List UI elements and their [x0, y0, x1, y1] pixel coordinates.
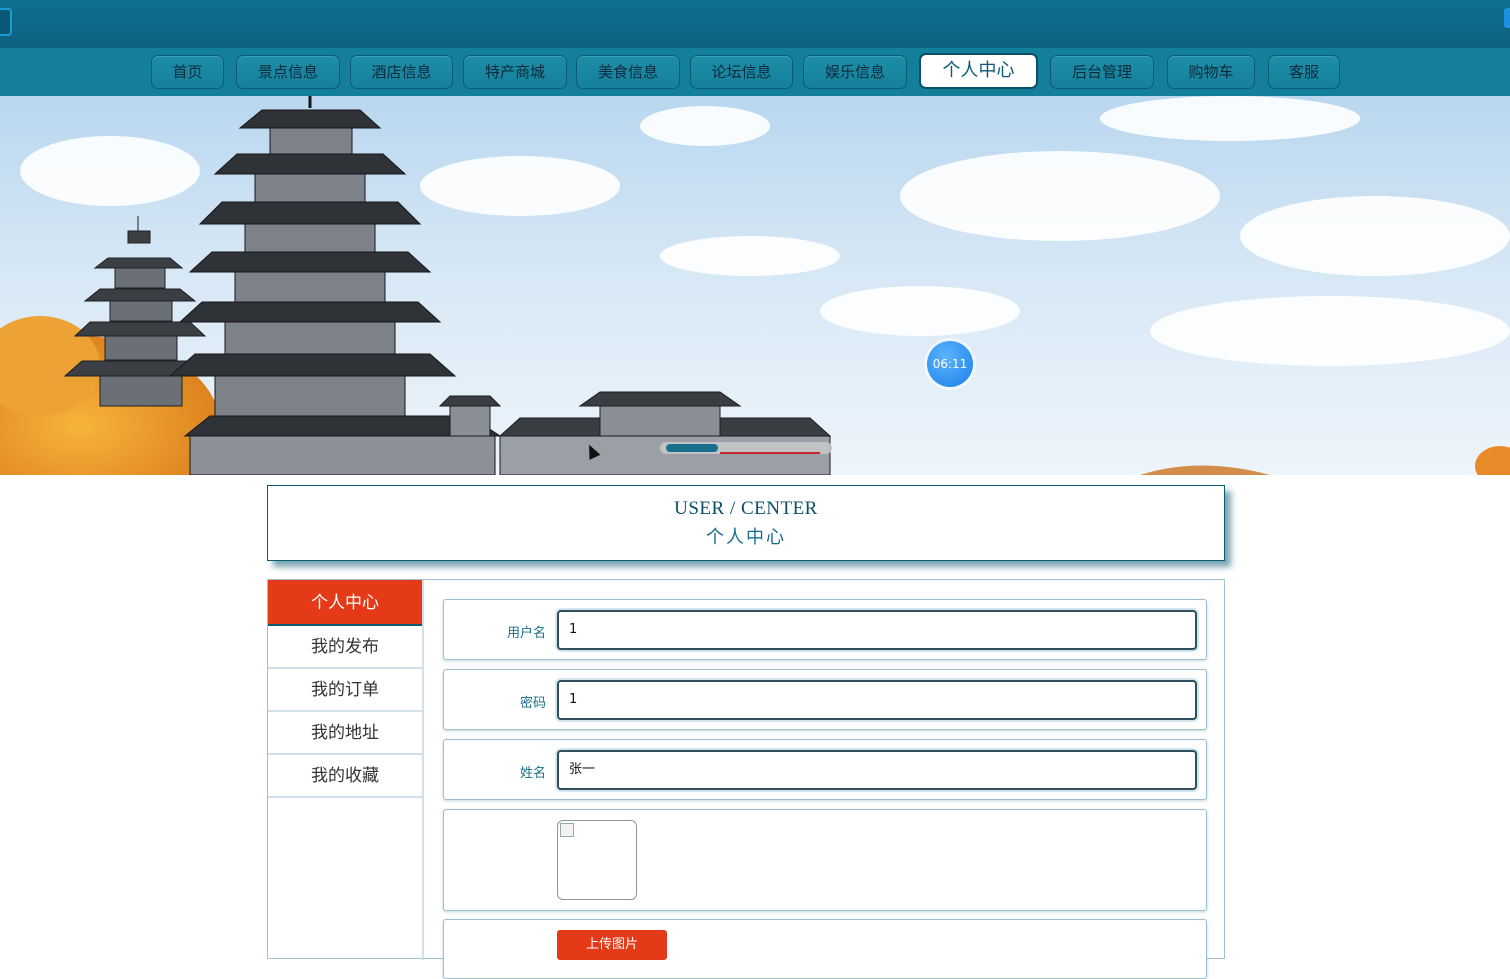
- window-tab-right[interactable]: [1504, 8, 1510, 28]
- upload-image-button[interactable]: 上传图片: [557, 930, 667, 960]
- form-row-password: 密码 1: [443, 669, 1207, 730]
- avatar-image[interactable]: [557, 820, 637, 900]
- side-item-user-center[interactable]: 个人中心: [268, 580, 422, 626]
- form-row-upload: 上传图片: [443, 919, 1207, 979]
- side-item-my-address[interactable]: 我的地址: [268, 712, 422, 755]
- page-title-box: USER / CENTER 个人中心: [267, 485, 1225, 561]
- nav-item-admin[interactable]: 后台管理: [1050, 55, 1154, 89]
- nav-item-hotels[interactable]: 酒店信息: [350, 55, 453, 89]
- top-bar: [0, 0, 1510, 48]
- main-nav: 首页 景点信息 酒店信息 特产商城 美食信息 论坛信息 娱乐信息 个人中心 后台…: [0, 48, 1510, 96]
- name-label: 姓名: [519, 766, 546, 781]
- username-input[interactable]: 1: [557, 610, 1197, 650]
- carousel-progress-line: [720, 452, 820, 454]
- password-input[interactable]: 1: [557, 680, 1197, 720]
- nav-item-forum[interactable]: 论坛信息: [690, 55, 793, 89]
- side-item-my-posts[interactable]: 我的发布: [268, 626, 422, 669]
- side-item-my-orders[interactable]: 我的订单: [268, 669, 422, 712]
- nav-item-food[interactable]: 美食信息: [576, 55, 680, 89]
- username-label: 用户名: [506, 626, 546, 641]
- broken-image-icon: [560, 823, 574, 837]
- side-menu: 个人中心 我的发布 我的订单 我的地址 我的收藏: [268, 580, 424, 960]
- form-row-avatar: [443, 809, 1207, 911]
- pagoda-illustration: [0, 96, 1510, 475]
- form-row-username: 用户名 1: [443, 599, 1207, 660]
- name-input[interactable]: 张一: [557, 750, 1197, 790]
- form-row-name: 姓名 张一: [443, 739, 1207, 800]
- nav-item-cart[interactable]: 购物车: [1167, 55, 1255, 89]
- nav-item-user-center[interactable]: 个人中心: [919, 53, 1038, 89]
- user-center-panel: 个人中心 我的发布 我的订单 我的地址 我的收藏 用户名 1 密码 1 姓名 张…: [267, 579, 1225, 979]
- nav-item-entertainment[interactable]: 娱乐信息: [803, 55, 907, 89]
- nav-item-specialty-mall[interactable]: 特产商城: [463, 55, 567, 89]
- page-title-cn: 个人中心: [706, 527, 786, 548]
- carousel-indicator-active[interactable]: [666, 444, 718, 452]
- nav-item-customer-service[interactable]: 客服: [1268, 55, 1340, 89]
- side-item-my-favorites[interactable]: 我的收藏: [268, 755, 422, 798]
- timer-badge[interactable]: 06:11: [927, 341, 973, 387]
- password-label: 密码: [519, 696, 546, 711]
- page-title-en: USER / CENTER: [674, 498, 818, 519]
- nav-item-attractions[interactable]: 景点信息: [236, 55, 340, 89]
- window-tab-left[interactable]: [0, 8, 12, 36]
- nav-item-home[interactable]: 首页: [151, 55, 224, 89]
- banner-carousel[interactable]: 06:11: [0, 96, 1510, 475]
